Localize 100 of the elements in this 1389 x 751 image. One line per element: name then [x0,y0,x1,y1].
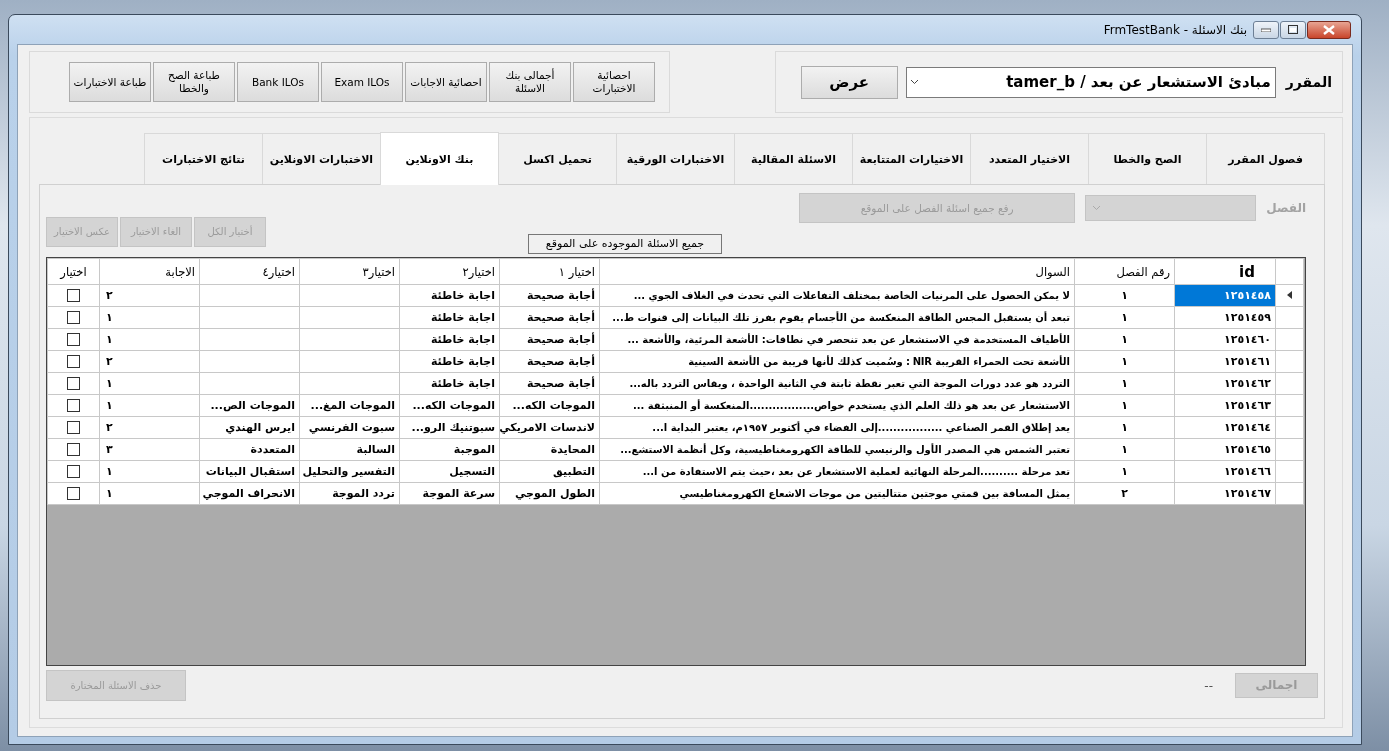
table-cell: الطول الموجي [499,482,600,505]
tab[interactable]: فصول المقرر [1206,133,1325,184]
checkbox[interactable] [67,333,80,347]
checkbox[interactable] [67,465,80,479]
table-cell[interactable]: ١٢٥١٤٦٣ [1174,394,1276,417]
course-label: المقرر [1285,74,1332,90]
table-cell: التردد هو عدد دورات الموجة التي تعبر نقطة ثابتة في الثانية الواحدة ، ويقاس التردد باله... [599,372,1075,395]
table-cell: الموجات الكه... [399,394,500,417]
table-cell: التفسير والتحليل [299,460,400,483]
column-header: اختيار ١ [499,258,600,285]
table-cell: ٢ [99,350,200,373]
table-cell: ١ [1074,438,1175,461]
table-cell: التطبيق [499,460,600,483]
course-dropdown[interactable]: مبادئ الاستشعار عن بعد / tamer_b [905,66,1276,98]
table-cell: ١ [1074,416,1175,439]
table-cell: لاندسات الامريكي [499,416,600,439]
checkbox[interactable] [67,487,80,501]
table-cell[interactable]: ١٢٥١٤٦١ [1174,350,1276,373]
chevron-down-icon [1092,205,1102,211]
table-cell[interactable]: ١٢٥١٤٥٨ [1174,284,1276,307]
toolbar-button[interactable]: احصائية الاختبارات [573,62,655,102]
table-cell: اجابة خاطئة [399,350,500,373]
table-cell: ٣ [99,438,200,461]
current-row-icon [1287,291,1292,299]
close-button[interactable] [1307,20,1351,39]
column-header: السوال [599,258,1075,285]
checkbox[interactable] [67,377,80,391]
table-cell: ١ [1074,328,1175,351]
table-cell: تعد مرحلة ..........المرحلة النهائية لعملية الاستشعار عن بعد ،حيث يتم الاستفادة من ا... [599,460,1075,483]
table-cell: تردد الموجة [299,482,400,505]
column-header: اختيار٢ [399,258,500,285]
table-cell: ١ [1074,460,1175,483]
toolbar-button[interactable]: احصائية الاجابات [405,62,487,102]
checkbox[interactable] [67,399,80,413]
table-cell[interactable]: ١٢٥١٤٦٤ [1174,416,1276,439]
minimize-button[interactable] [1253,20,1279,39]
checkbox[interactable] [67,421,80,435]
table-cell: أجابة صحيحة [499,306,600,329]
table-cell: ايرس الهندي [199,416,300,439]
toolbar-button[interactable]: Exam ILOs [321,62,403,102]
table-cell: الأطياف المستخدمة في الاستشعار عن بعد تنحصر في نطاقات: الأشعة المرئية، والأشعة ... [599,328,1075,351]
table-cell: الاستشعار عن بعد هو ذلك العلم الذي يستخدم خواص.................المنعكسة أو المنبثقة ... [599,394,1075,417]
table-cell[interactable]: ١٢٥١٤٦٥ [1174,438,1276,461]
table-cell[interactable]: ١٢٥١٤٦٢ [1174,372,1276,395]
table-cell: المتعددة [199,438,300,461]
table-cell: ١ [1074,306,1175,329]
table-cell: أجابة صحيحة [499,284,600,307]
close-icon [1323,24,1335,35]
tab[interactable]: نتائج الاختبارات [144,133,263,184]
table-cell: ٢ [99,284,200,307]
table-cell: ١ [99,394,200,417]
table-cell: أجابة صحيحة [499,328,600,351]
table-cell[interactable]: ١٢٥١٤٦٧ [1174,482,1276,505]
maximize-icon [1288,25,1298,34]
checkbox[interactable] [67,289,80,303]
checkbox[interactable] [67,355,80,369]
table-cell: الموجات الكه... [499,394,600,417]
table-cell: يمثل المسافة بين قمتي موجتين متتاليتين من موجات الاشعاع الكهرومغناطيسي [599,482,1075,505]
chapter-label: الفصل [1266,201,1306,215]
table-cell: ٢ [1074,482,1175,505]
table-cell: ١ [1074,350,1175,373]
table-cell: ١ [1074,372,1175,395]
maximize-button[interactable] [1280,20,1306,39]
table-cell: الموجات المغ... [299,394,400,417]
all-online-button[interactable]: جميع الاسئلة الموجوده على الموقع [528,234,722,254]
table-cell: يعد إطلاق القمر الصناعي .................إلى الفضاء في أكتوبر ١٩٥٧م، يعتبر البداية ا... [599,416,1075,439]
table-cell: أجابة صحيحة [499,350,600,373]
show-button[interactable]: عرض [800,65,898,99]
table-cell: اجابة خاطئة [399,284,500,307]
checkbox[interactable] [67,443,80,457]
table-cell: اجابة خاطئة [399,306,500,329]
toolbar-button[interactable]: أجمالى بنك الاسئلة [489,62,571,102]
total-value: -- [1204,678,1213,693]
column-header: الاجابة [99,258,200,285]
table-cell: ١ [1074,284,1175,307]
table-cell: ١ [99,372,200,395]
table-cell: أجابة صحيحة [499,372,600,395]
toolbar-button[interactable]: Bank ILOs [237,62,319,102]
table-cell[interactable]: ١٢٥١٤٥٩ [1174,306,1276,329]
table-cell: ١ [99,306,200,329]
table-cell: الموجات الص... [199,394,300,417]
tab[interactable]: بنك الاونلاين [380,132,499,185]
table-cell: ١ [99,482,200,505]
chevron-down-icon [909,79,919,85]
toolbar-button[interactable]: طباعة الاختبارات [69,62,151,102]
checkbox[interactable] [67,311,80,325]
column-header: id [1174,258,1276,285]
minimize-icon [1261,27,1271,32]
table-cell: سبوت الفرنسي [299,416,400,439]
column-header: اختيار٤ [199,258,300,285]
table-cell: تبعد أن يستقبل المجس الطاقة المنعكسة من الأجسام يقوم بفرز تلك البيانات إلى قنوات ط... [599,306,1075,329]
table-cell[interactable]: ١٢٥١٤٦٦ [1174,460,1276,483]
table-cell: الأشعة تحت الحمراء القريبة NIR : وسُميت كذلك لأنها قريبة من الأشعة السينية [599,350,1075,373]
table-cell: اجابة خاطئة [399,372,500,395]
table-cell: ١ [1074,394,1175,417]
table-cell: اجابة خاطئة [399,328,500,351]
table-cell: استقبال البيانات [199,460,300,483]
table-cell: السالبة [299,438,400,461]
table-cell[interactable]: ١٢٥١٤٦٠ [1174,328,1276,351]
toolbar-button[interactable]: طباعة الصح والخطا [153,62,235,102]
